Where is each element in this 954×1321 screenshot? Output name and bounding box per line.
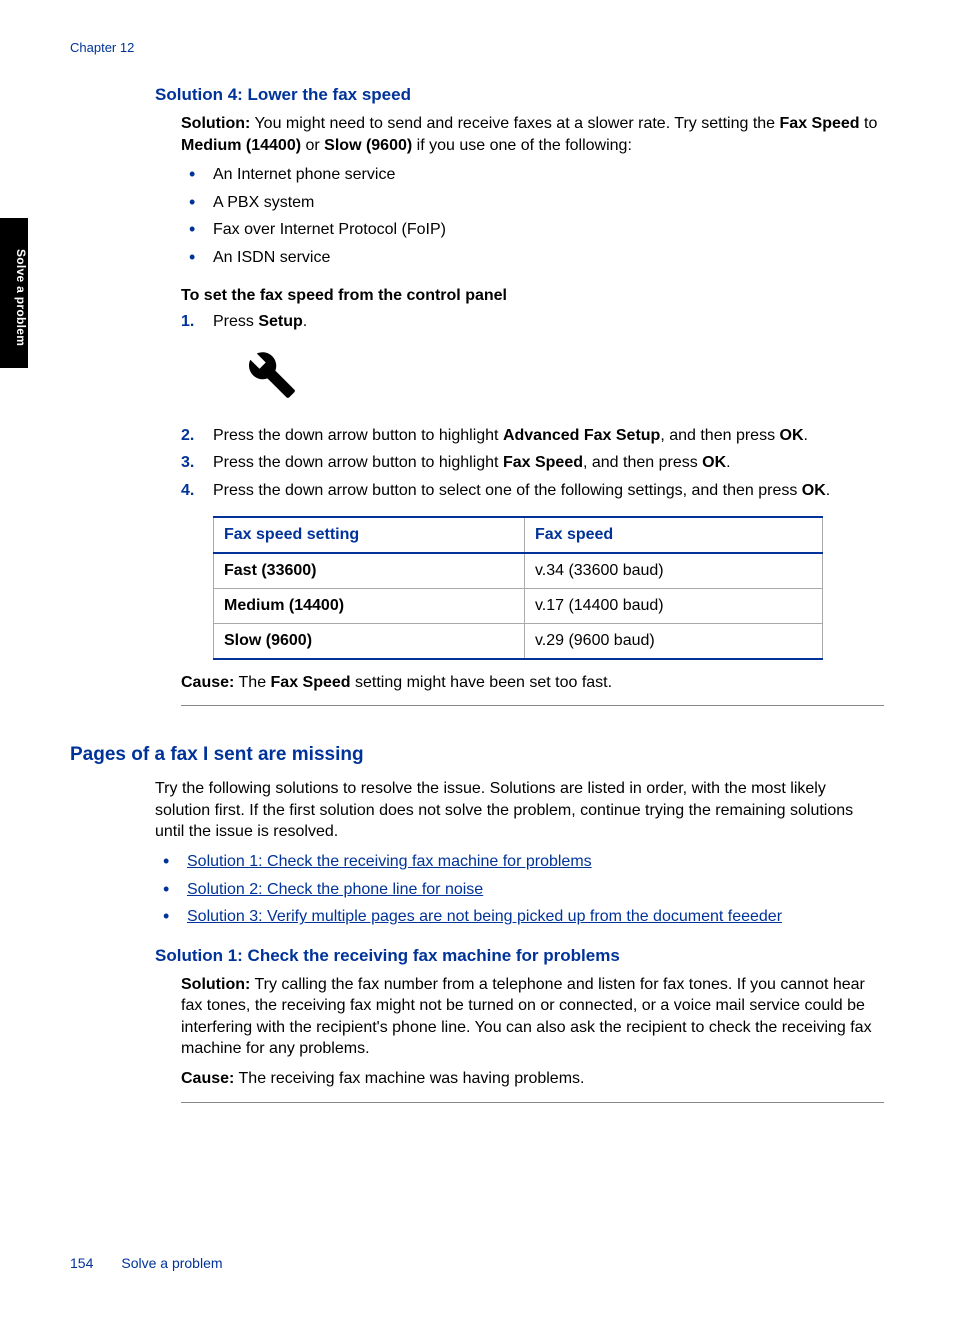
page-number: 154: [70, 1255, 93, 1271]
table-cell: Fast (33600): [214, 553, 525, 589]
solution1-heading: Solution 1: Check the receiving fax mach…: [155, 946, 884, 966]
table-cell: Medium (14400): [214, 588, 525, 623]
wrench-icon: [247, 350, 884, 407]
step-3: Press the down arrow button to highlight…: [181, 452, 884, 474]
solution1-block: Solution: Try calling the fax number fro…: [181, 974, 884, 1103]
solution-link-2[interactable]: Solution 2: Check the phone line for noi…: [187, 881, 483, 898]
solution4-cause: Cause: The Fax Speed setting might have …: [181, 672, 884, 707]
table-row: Fast (33600) v.34 (33600 baud): [214, 553, 823, 589]
page-footer: 154 Solve a problem: [70, 1255, 223, 1271]
table-cell: v.29 (9600 baud): [524, 623, 822, 659]
side-tab: Solve a problem: [0, 218, 28, 368]
table-cell: v.34 (33600 baud): [524, 553, 822, 589]
bullet-item: A PBX system: [181, 192, 884, 214]
pages-missing-heading: Pages of a fax I sent are missing: [70, 744, 884, 766]
solution-link-3[interactable]: Solution 3: Verify multiple pages are no…: [187, 908, 782, 925]
solution1-cause: Cause: The receiving fax machine was hav…: [181, 1068, 884, 1090]
step-4: Press the down arrow button to select on…: [181, 480, 884, 502]
cause-label: Cause:: [181, 1070, 234, 1087]
procedure-steps: Press Setup. Press the down arrow button…: [181, 311, 884, 502]
solution1-text: Solution: Try calling the fax number fro…: [181, 974, 884, 1060]
table-cell: v.17 (14400 baud): [524, 588, 822, 623]
table-header: Fax speed: [524, 517, 822, 553]
list-item: Solution 1: Check the receiving fax mach…: [155, 851, 884, 873]
cause-label: Cause:: [181, 674, 234, 691]
list-item: Solution 3: Verify multiple pages are no…: [155, 906, 884, 928]
bullet-item: An Internet phone service: [181, 164, 884, 186]
solution-label: Solution:: [181, 976, 250, 993]
solution-link-1[interactable]: Solution 1: Check the receiving fax mach…: [187, 853, 592, 870]
solution4-heading: Solution 4: Lower the fax speed: [155, 85, 884, 105]
table-row: Slow (9600) v.29 (9600 baud): [214, 623, 823, 659]
table-header-row: Fax speed setting Fax speed: [214, 517, 823, 553]
list-item: Solution 2: Check the phone line for noi…: [155, 879, 884, 901]
solution-links-list: Solution 1: Check the receiving fax mach…: [155, 851, 884, 928]
table-row: Medium (14400) v.17 (14400 baud): [214, 588, 823, 623]
chapter-label: Chapter 12: [70, 40, 884, 55]
table-cell: Slow (9600): [214, 623, 525, 659]
fax-speed-table: Fax speed setting Fax speed Fast (33600)…: [213, 516, 823, 660]
step-2: Press the down arrow button to highlight…: [181, 425, 884, 447]
procedure-heading: To set the fax speed from the control pa…: [181, 287, 884, 305]
step-1: Press Setup.: [181, 311, 884, 407]
pages-missing-intro: Try the following solutions to resolve t…: [155, 778, 884, 843]
solution4-text: Solution: You might need to send and rec…: [181, 113, 884, 156]
bullet-item: Fax over Internet Protocol (FoIP): [181, 219, 884, 241]
footer-title: Solve a problem: [121, 1255, 222, 1271]
solution-label: Solution:: [181, 115, 250, 132]
bullet-item: An ISDN service: [181, 247, 884, 269]
solution4-bullets: An Internet phone service A PBX system F…: [181, 164, 884, 268]
table-header: Fax speed setting: [214, 517, 525, 553]
